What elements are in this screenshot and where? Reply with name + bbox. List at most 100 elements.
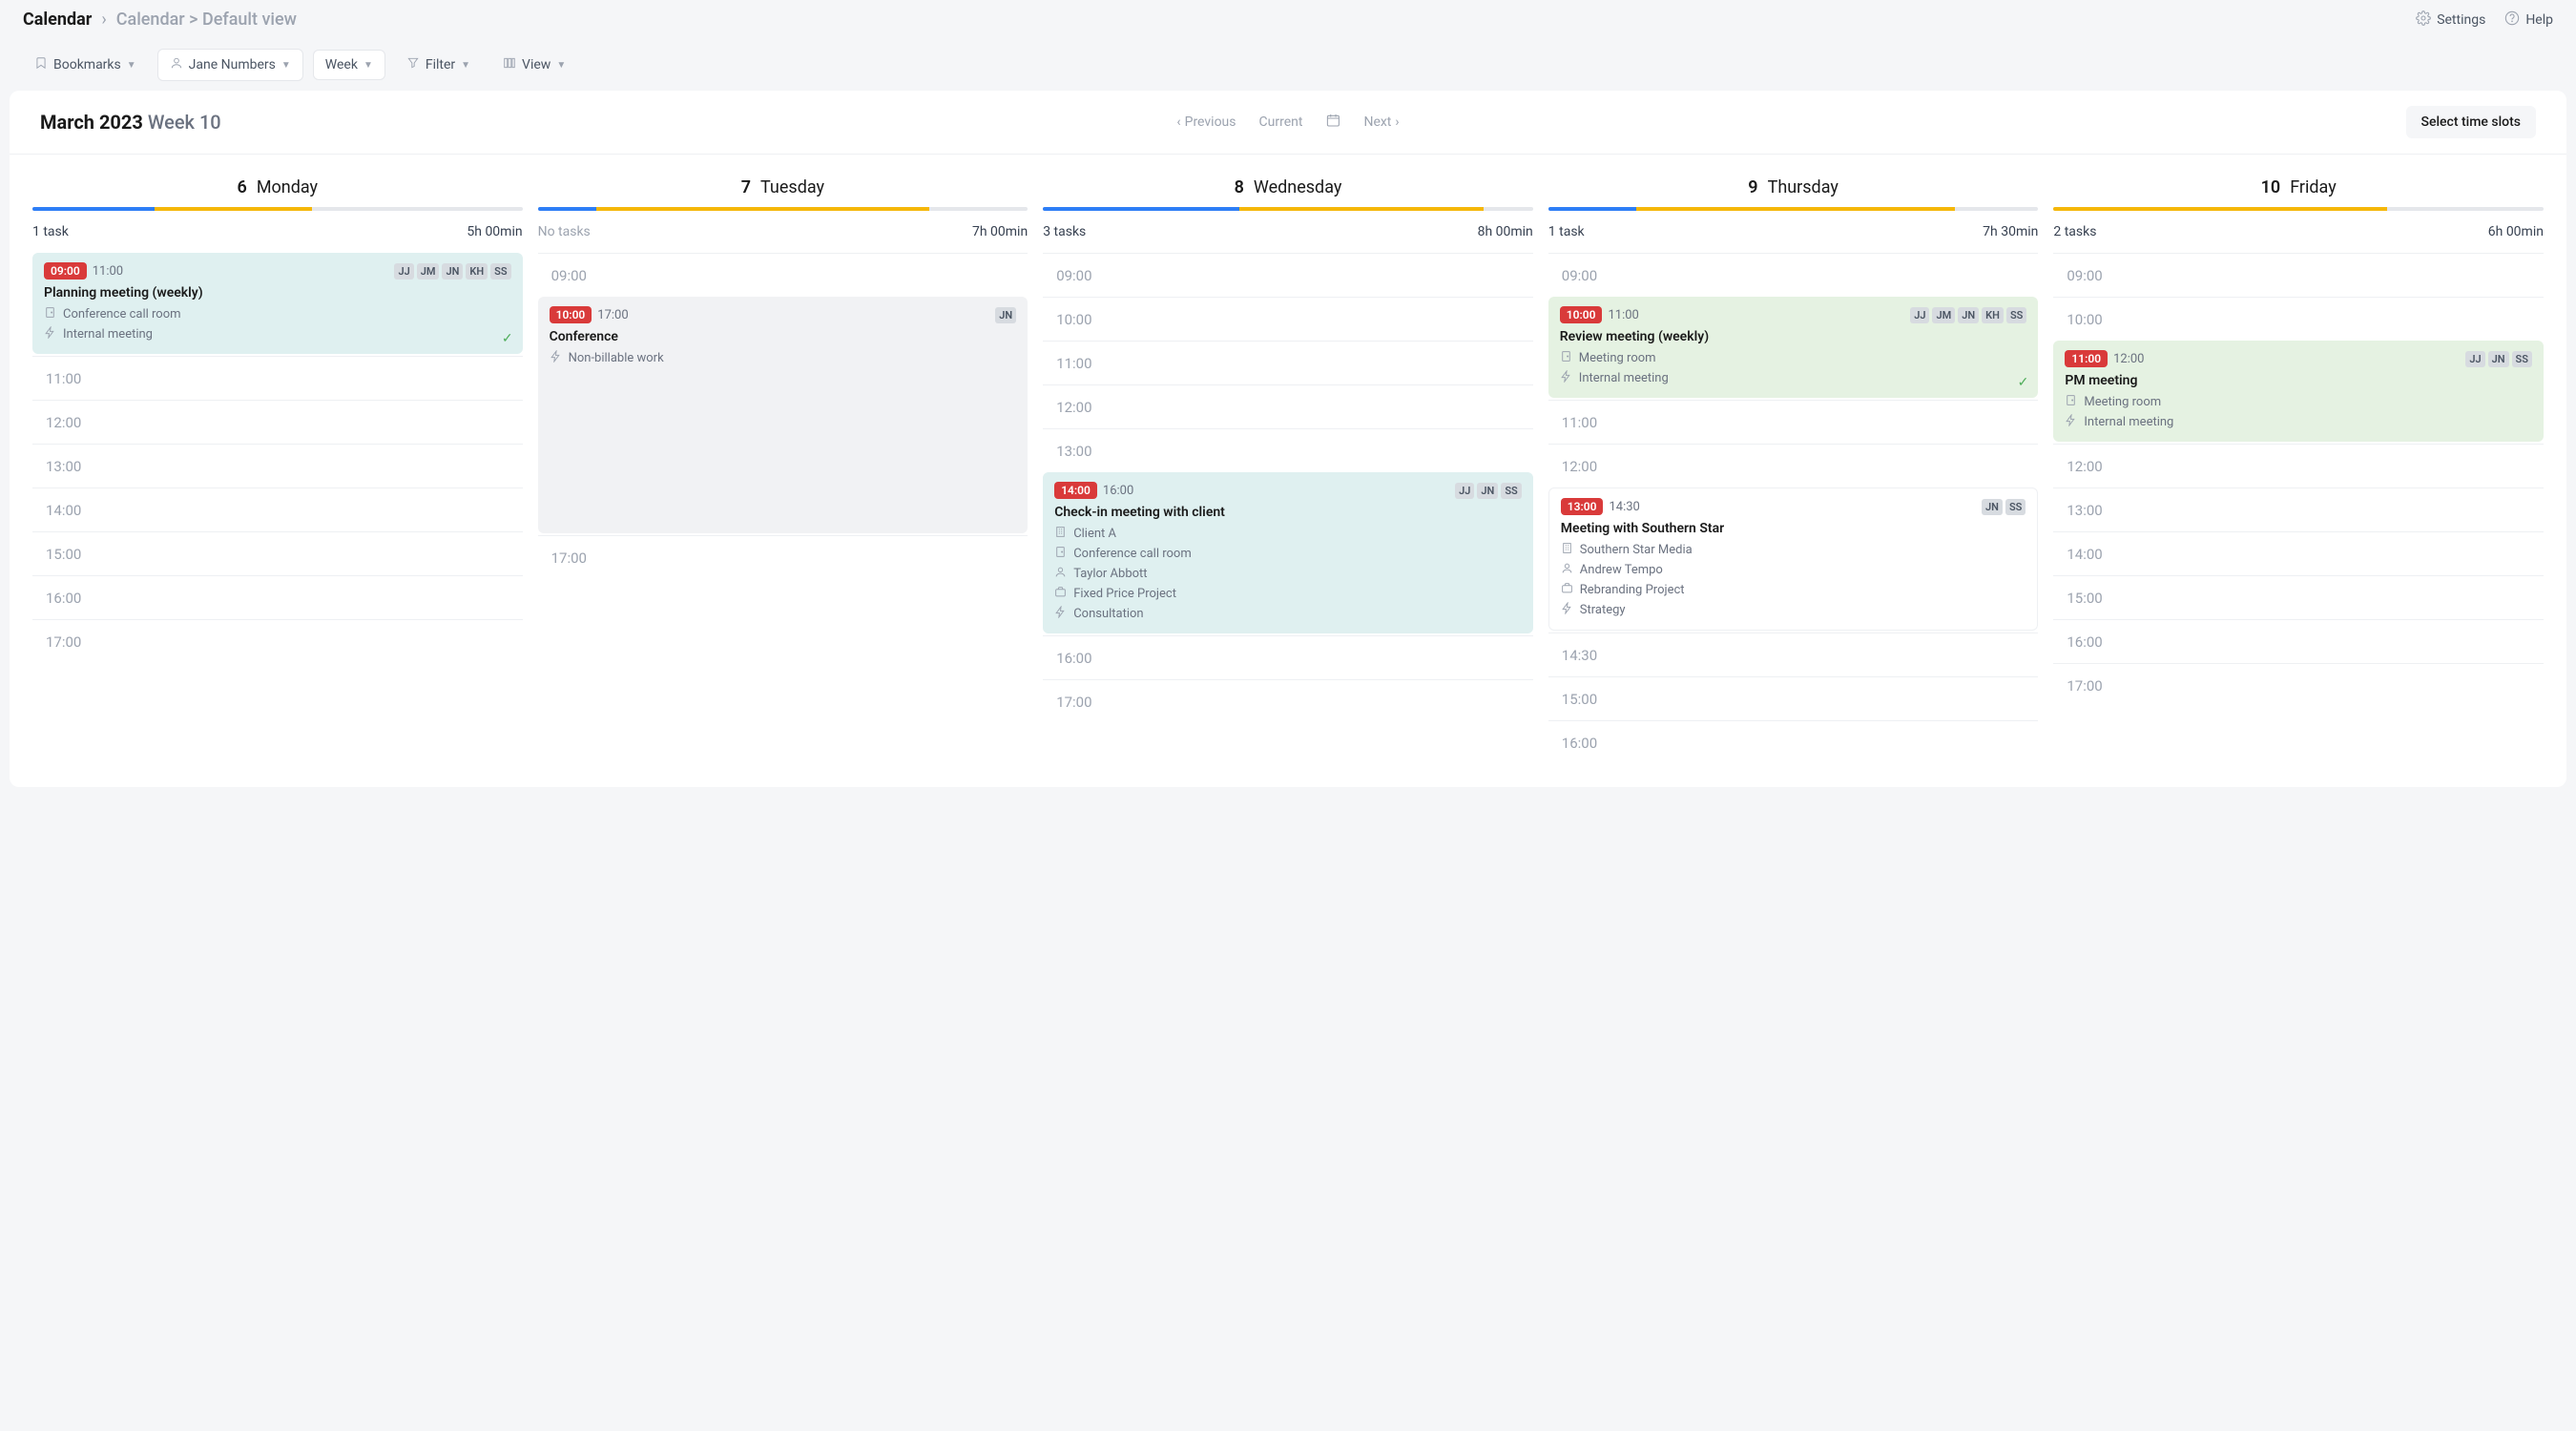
help-icon	[2504, 10, 2520, 30]
user-filter-label: Jane Numbers	[189, 57, 276, 73]
time-slot[interactable]: 15:00	[1548, 676, 2039, 720]
event-meta-text: Meeting room	[1579, 351, 1656, 365]
event-meta-text: Conference call room	[1073, 547, 1192, 561]
calendar-event[interactable]: 09:0011:00JJJMJNKHSSPlanning meeting (we…	[32, 253, 523, 354]
day-header: 6Monday	[32, 170, 523, 207]
calendar-event[interactable]: 13:0014:30JNSSMeeting with Southern Star…	[1548, 487, 2039, 631]
task-count: 3 tasks	[1043, 224, 1086, 239]
time-slot[interactable]: 12:00	[2053, 444, 2544, 487]
bolt-icon	[2065, 414, 2077, 430]
filter-button[interactable]: Filter ▼	[395, 50, 482, 80]
day-number: 9	[1748, 177, 1757, 197]
time-slot[interactable]: 11:00	[1043, 341, 1533, 384]
event-meta: Conference call room	[1054, 546, 1522, 562]
time-slot[interactable]: 16:00	[1043, 635, 1533, 679]
event-start-time: 13:00	[1561, 498, 1604, 515]
time-slot[interactable]: 15:00	[2053, 575, 2544, 619]
day-load-bar	[1548, 207, 2039, 211]
breadcrumb-path: Calendar > Default view	[116, 10, 297, 30]
hours-total: 5h 00min	[467, 224, 522, 239]
calendar-event[interactable]: 10:0011:00JJJMJNKHSSReview meeting (week…	[1548, 297, 2039, 398]
time-slot[interactable]: 10:00	[2053, 297, 2544, 341]
time-slot[interactable]: 17:00	[1043, 679, 1533, 723]
day-load-bar	[1043, 207, 1533, 211]
time-slot[interactable]: 17:00	[538, 535, 1028, 579]
task-count: No tasks	[538, 224, 591, 239]
calendar-event[interactable]: 11:0012:00JJJNSSPM meetingMeeting roomIn…	[2053, 341, 2544, 442]
prev-button[interactable]: ‹ Previous	[1176, 114, 1236, 130]
time-slot[interactable]: 16:00	[1548, 720, 2039, 764]
door-icon	[2065, 394, 2077, 410]
time-slot[interactable]: 09:00	[1548, 253, 2039, 297]
time-slot[interactable]: 09:00	[2053, 253, 2544, 297]
avatar-badge: KH	[1982, 307, 2004, 323]
time-slot[interactable]: 16:00	[2053, 619, 2544, 663]
event-meta-text: Internal meeting	[63, 327, 153, 342]
avatar-badge: JM	[417, 263, 440, 280]
avatar-badge: JN	[1477, 483, 1498, 499]
view-button[interactable]: View ▼	[491, 50, 577, 80]
settings-button[interactable]: Settings	[2416, 10, 2485, 30]
time-slot[interactable]: 17:00	[2053, 663, 2544, 707]
time-slot[interactable]: 13:00	[2053, 487, 2544, 531]
calendar-event[interactable]: 14:0016:00JJJNSSCheck-in meeting with cl…	[1043, 472, 1533, 633]
current-button[interactable]: Current	[1259, 114, 1303, 130]
chevron-down-icon: ▼	[127, 60, 136, 71]
calendar-event[interactable]: 10:0017:00JNConferenceNon-billable work	[538, 297, 1028, 533]
user-filter-button[interactable]: Jane Numbers ▼	[157, 49, 303, 81]
bookmarks-button[interactable]: Bookmarks ▼	[23, 50, 148, 80]
hours-total: 6h 00min	[2488, 224, 2544, 239]
time-slot[interactable]: 13:00	[1043, 428, 1533, 472]
time-slot[interactable]: 14:30	[1548, 633, 2039, 676]
time-slot[interactable]: 09:00	[1043, 253, 1533, 297]
day-number: 6	[238, 177, 247, 197]
help-button[interactable]: Help	[2504, 10, 2553, 30]
event-time-row: 10:0017:00JN	[550, 306, 1017, 323]
time-slot[interactable]: 12:00	[1043, 384, 1533, 428]
time-slot[interactable]: 17:00	[32, 619, 523, 663]
event-time-row: 13:0014:30JNSS	[1561, 498, 2026, 515]
event-meta: Internal meeting	[1560, 370, 2027, 386]
time-slot[interactable]: 12:00	[32, 400, 523, 444]
event-avatars: JJJNSS	[1455, 483, 1522, 499]
gear-icon	[2416, 10, 2431, 30]
calendar-panel: March 2023 Week 10 ‹ Previous Current Ne…	[10, 91, 2566, 787]
chevron-right-icon: ›	[1395, 114, 1399, 130]
day-column: 9Thursday1 task7h 30min09:0010:0011:00JJ…	[1541, 170, 2046, 764]
time-slot[interactable]: 14:00	[32, 487, 523, 531]
toolbar: Bookmarks ▼ Jane Numbers ▼ Week ▼ Filter…	[0, 39, 2576, 91]
hours-total: 7h 00min	[972, 224, 1028, 239]
select-time-slots-button[interactable]: Select time slots	[2406, 106, 2536, 138]
next-button[interactable]: Next ›	[1363, 114, 1399, 130]
building-icon	[1561, 542, 1573, 558]
time-slot[interactable]: 09:00	[538, 253, 1028, 297]
time-slot[interactable]: 13:00	[32, 444, 523, 487]
event-start-time: 10:00	[1560, 306, 1603, 323]
filter-icon	[406, 56, 420, 73]
day-column: 7TuesdayNo tasks7h 00min09:0010:0017:00J…	[530, 170, 1036, 764]
event-start-time: 14:00	[1054, 482, 1097, 499]
calendar-picker-button[interactable]	[1325, 113, 1340, 132]
event-meta: Fixed Price Project	[1054, 586, 1522, 602]
period-button[interactable]: Week ▼	[313, 50, 385, 80]
time-slot[interactable]: 11:00	[32, 356, 523, 400]
time-slot[interactable]: 12:00	[1548, 444, 2039, 487]
time-slot[interactable]: 15:00	[32, 531, 523, 575]
day-name: Wednesday	[1254, 177, 1342, 197]
time-slot[interactable]: 16:00	[32, 575, 523, 619]
event-title: Check-in meeting with client	[1054, 505, 1522, 520]
event-meta: Consultation	[1054, 606, 1522, 622]
chevron-down-icon: ▼	[461, 60, 470, 71]
day-number: 7	[741, 177, 751, 197]
task-count: 2 tasks	[2053, 224, 2096, 239]
event-meta: Meeting room	[1560, 350, 2027, 366]
time-slot[interactable]: 11:00	[1548, 400, 2039, 444]
time-slot[interactable]: 10:00	[1043, 297, 1533, 341]
app-title: Calendar	[23, 10, 92, 30]
event-title: Review meeting (weekly)	[1560, 329, 2027, 344]
event-time-row: 09:0011:00JJJMJNKHSS	[44, 262, 511, 280]
event-meta-text: Fixed Price Project	[1073, 587, 1176, 601]
event-title: Conference	[550, 329, 1017, 344]
user-icon	[170, 56, 183, 73]
time-slot[interactable]: 14:00	[2053, 531, 2544, 575]
